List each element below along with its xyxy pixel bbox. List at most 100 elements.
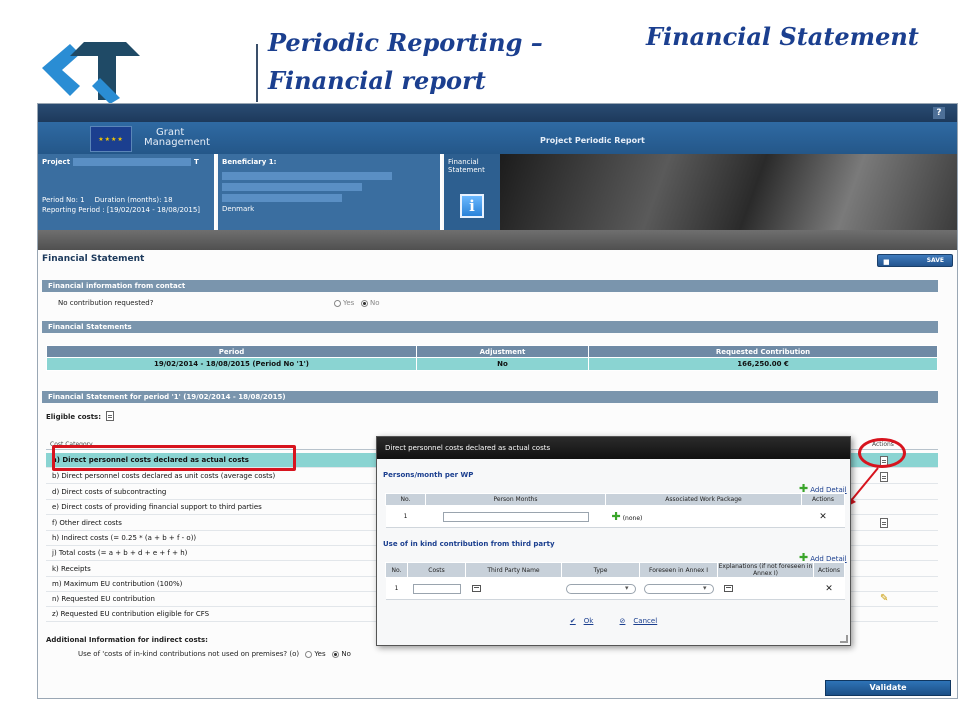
tile-line2: Statement	[448, 166, 485, 174]
work-package-cell: ✚ (none)	[605, 505, 802, 528]
col-foreseen: Foreseen in Annex I	[639, 562, 718, 578]
explanations-cell	[717, 577, 814, 600]
col-adjustment: Adjustment	[416, 345, 589, 358]
banner-artwork	[500, 154, 957, 230]
col-type: Type	[561, 562, 640, 578]
statements-table: Period Adjustment Requested Contribution…	[46, 345, 938, 371]
window-title: Project Periodic Report	[540, 136, 645, 145]
col-work-package: Associated Work Package	[605, 493, 802, 506]
tile-line1: Financial	[448, 158, 479, 166]
row-no: 1	[385, 505, 426, 528]
grey-toolbar	[38, 230, 957, 250]
period-no: Period No: 1	[42, 196, 85, 204]
duration: Duration (months): 18	[94, 196, 173, 204]
save-button[interactable]: ■ SAVE	[877, 254, 953, 267]
redacted-beneficiary-line3	[222, 194, 342, 202]
pencil-icon[interactable]: ✎	[880, 594, 890, 604]
cost-detail-dialog: Direct personnel costs declared as actua…	[376, 436, 851, 646]
col-actions: Actions	[813, 562, 845, 578]
help-button[interactable]: ?	[933, 107, 945, 119]
foreseen-cell	[639, 577, 718, 600]
cancel-button[interactable]: ⊘ Cancel	[614, 617, 664, 625]
dialog-title: Direct personnel costs declared as actua…	[377, 437, 850, 459]
foreseen-select[interactable]	[643, 583, 714, 594]
section-statements: Financial Statements	[42, 321, 938, 333]
slide-title: Periodic Reporting – Financial report	[268, 24, 568, 100]
ok-button[interactable]: ✔ Ok	[564, 617, 599, 625]
radio-yes[interactable]	[334, 299, 341, 307]
plus-icon[interactable]: ✚	[612, 510, 621, 523]
info-icon[interactable]: i	[460, 194, 484, 218]
indirect-radio-no[interactable]	[332, 650, 340, 658]
slide-title-line1: Periodic Reporting –	[268, 28, 543, 57]
text-editor-icon[interactable]	[471, 585, 481, 592]
project-code-suffix: T	[194, 158, 199, 166]
type-select[interactable]	[565, 583, 636, 594]
header-banner: ★★★★ Grant Management Project Periodic R…	[38, 122, 957, 154]
cell-adjustment: No	[416, 357, 589, 371]
dialog-footer: ✔ Ok ⊘ Cancel	[377, 617, 850, 625]
contribution-radio-group: Yes No	[334, 299, 380, 307]
slide-subject: Financial Statement	[646, 22, 919, 51]
top-bar: ?	[38, 104, 957, 122]
redacted-beneficiary-line2	[222, 183, 362, 191]
delete-icon[interactable]: ✕	[819, 512, 827, 522]
cell-period: 19/02/2014 - 18/08/2015 (Period No '1')	[46, 357, 417, 371]
col-explanations: Explanations (if not foreseen in Annex I…	[717, 562, 814, 578]
text-editor-icon[interactable]	[723, 585, 733, 592]
cancel-icon: ⊘	[619, 617, 626, 625]
ok-label: Ok	[583, 617, 594, 625]
col-costs: Costs	[407, 562, 466, 578]
title-divider	[256, 44, 258, 102]
annotation-highlight-box	[52, 445, 296, 471]
additional-info-question: Use of 'costs of in-kind contributions n…	[78, 650, 300, 658]
radio-no[interactable]	[361, 299, 368, 307]
inkind-table: No. Costs Third Party Name Type Foreseen…	[385, 562, 845, 600]
beneficiary-label: Beneficiary 1:	[222, 158, 277, 166]
delete-icon[interactable]: ✕	[825, 584, 833, 594]
inkind-section-title: Use of in kind contribution from third p…	[383, 540, 555, 548]
person-months-input[interactable]	[442, 511, 589, 522]
slide: Periodic Reporting – Financial report Fi…	[0, 0, 960, 701]
col-no: No.	[385, 562, 408, 578]
document-icon[interactable]	[106, 411, 114, 421]
validate-button[interactable]: Validate	[825, 680, 951, 696]
section-period: Financial Statement for period '1' (19/0…	[42, 391, 938, 403]
save-label: SAVE	[926, 257, 944, 264]
additional-info-heading: Additional Information for indirect cost…	[46, 636, 208, 644]
col-person-months: Person Months	[425, 493, 606, 506]
brand-line2: Management	[144, 137, 210, 148]
info-row: Project T Period No: 1 Duration (months)…	[38, 154, 957, 230]
beneficiary-country: Denmark	[222, 205, 255, 213]
costs-input[interactable]	[412, 583, 461, 594]
page-title: Financial Statement	[42, 254, 145, 264]
cancel-label: Cancel	[633, 617, 658, 625]
row-no: 1	[385, 577, 408, 600]
table-row: 1 ✚ (none) ✕	[385, 505, 845, 528]
table-row[interactable]: 19/02/2014 - 18/08/2015 (Period No '1') …	[46, 357, 938, 371]
indirect-radio-yes[interactable]	[305, 650, 313, 658]
actions-cell: ✕	[813, 577, 845, 600]
edit-document-icon[interactable]	[880, 518, 888, 528]
project-label: Project	[42, 158, 71, 166]
work-package-value: (none)	[622, 515, 643, 522]
resize-handle[interactable]	[840, 635, 848, 643]
additional-info-row: Use of 'costs of in-kind contributions n…	[78, 650, 351, 658]
radio-yes-label: Yes	[343, 299, 355, 307]
financial-statement-tile[interactable]: Financial Statement i	[444, 154, 500, 230]
radio-no-label: No	[370, 299, 380, 307]
cell-contribution: 166,250.00 €	[588, 357, 938, 371]
third-party-cell	[465, 577, 562, 600]
redacted-project-name	[73, 158, 192, 166]
actions-cell: ✕	[801, 505, 845, 528]
reporting-period: Reporting Period : [19/02/2014 - 18/08/2…	[42, 206, 201, 214]
ok-check-icon: ✔	[569, 617, 576, 625]
section-contact: Financial information from contact	[42, 280, 938, 292]
indirect-radio-no-label: No	[341, 650, 351, 658]
col-no: No.	[385, 493, 426, 506]
indirect-radio-yes-label: Yes	[314, 650, 326, 658]
persons-table: No. Person Months Associated Work Packag…	[385, 493, 845, 528]
col-period: Period	[46, 345, 417, 358]
contribution-question: No contribution requested?	[58, 299, 154, 307]
type-cell	[561, 577, 640, 600]
